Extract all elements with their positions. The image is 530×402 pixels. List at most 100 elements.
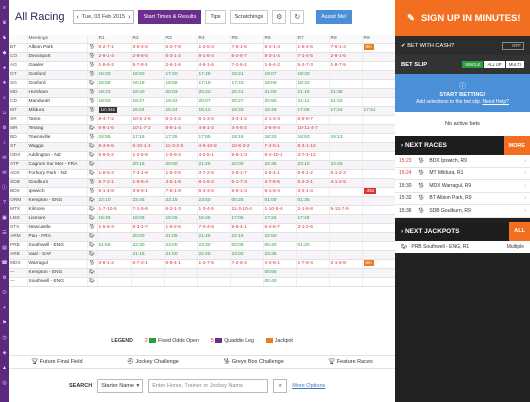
chart-icon[interactable]: ▤ bbox=[0, 240, 9, 255]
race-cell[interactable]: 01:20 bbox=[296, 241, 330, 251]
race-cell[interactable]: 19:23 bbox=[97, 88, 132, 98]
race-cell[interactable]: 19:13 bbox=[329, 133, 363, 143]
race-cell[interactable]: 3-5-6-1 bbox=[131, 187, 165, 197]
race-cell[interactable]: 5-10-1-4 bbox=[131, 142, 165, 152]
race-cell[interactable]: 1-6-3-5 bbox=[164, 169, 198, 179]
race-cell[interactable]: 7-3-4-8 bbox=[197, 223, 231, 233]
assist-me-button[interactable]: Assist Me! bbox=[316, 10, 352, 24]
meeting-name[interactable]: Pau - FRA bbox=[27, 232, 88, 242]
race-cell[interactable]: 5-1-4-8 bbox=[97, 187, 132, 197]
race-cell[interactable]: 16:50 bbox=[131, 70, 165, 80]
race-cell[interactable]: 2-8-1-5 bbox=[329, 52, 363, 62]
race-cell[interactable]: 1-8-5-4 bbox=[97, 169, 132, 179]
race-cell[interactable]: 16:06 bbox=[131, 214, 165, 224]
race-cell[interactable]: 19:27 bbox=[131, 97, 165, 107]
race-cell[interactable]: 1-7-8-4 bbox=[296, 259, 330, 269]
race-status-badge[interactable]: 6m bbox=[363, 260, 374, 266]
chat-icon[interactable]: ✉ bbox=[0, 150, 9, 165]
race-cell[interactable]: 8m bbox=[362, 43, 396, 53]
race-cell[interactable]: 17:06 bbox=[296, 106, 330, 116]
logout-icon[interactable]: ⏻ bbox=[0, 285, 9, 300]
race-cell[interactable]: 18:53 bbox=[296, 133, 330, 143]
next-race-item[interactable]: 15:30 🐕︎ MDX Warragul, R9 › bbox=[395, 180, 530, 193]
race-cell[interactable]: 6-1-7-3 bbox=[230, 178, 264, 188]
race-cell[interactable]: 21:55 bbox=[97, 241, 132, 251]
race-cell[interactable]: 8-3-1-10 bbox=[296, 142, 330, 152]
flag-icon[interactable]: ⚑ bbox=[0, 315, 9, 330]
next-race-item[interactable]: 15:36 🐕︎ SDB Goulburn, R9 › bbox=[395, 205, 530, 218]
race-cell[interactable]: 17:15 bbox=[131, 133, 165, 143]
race-cell[interactable]: 00:40 bbox=[263, 277, 297, 287]
bell-icon[interactable]: ♪ bbox=[0, 135, 9, 150]
race-cell[interactable]: 2-6-8-5 bbox=[131, 52, 165, 62]
meeting-name[interactable]: Vaal - SAF bbox=[27, 250, 88, 260]
race-cell[interactable]: 4-2-5-1 bbox=[197, 151, 231, 161]
race-cell[interactable]: 3-4-6-2 bbox=[230, 124, 264, 134]
race-cell[interactable]: 11-3-2-6 bbox=[164, 142, 198, 152]
race-cell[interactable]: 5-2-7-3 bbox=[296, 61, 330, 71]
race-cell[interactable]: 3-2-1-4 bbox=[296, 187, 330, 197]
race-cell[interactable]: 17:41 bbox=[362, 106, 396, 116]
race-cell[interactable]: 2-5-4-1 bbox=[263, 169, 297, 179]
race-cell[interactable]: 19:30 bbox=[296, 70, 330, 80]
race-cell[interactable]: 1-5-8-4 bbox=[164, 151, 198, 161]
race-cell[interactable]: 22:30 bbox=[131, 241, 165, 251]
race-cell[interactable]: 21:25 bbox=[197, 160, 231, 170]
race-cell[interactable]: 17:20 bbox=[164, 70, 198, 80]
race-cell[interactable]: 8-3-1-4 bbox=[263, 52, 297, 62]
race-cell[interactable]: 10-6-3-2 bbox=[230, 142, 264, 152]
chevron-right-icon[interactable]: › bbox=[128, 14, 130, 21]
race-cell[interactable]: 23:50 bbox=[197, 196, 231, 206]
race-cell[interactable]: 3-1-2-6 bbox=[296, 223, 330, 233]
race-cell[interactable]: 23:45 bbox=[329, 160, 363, 170]
search-input[interactable]: Enter Horse, Trainer or Jockey Name bbox=[148, 379, 269, 393]
race-cell[interactable]: 5-1-6-4 bbox=[263, 187, 297, 197]
race-cell[interactable]: 10-1-7-2 bbox=[131, 124, 165, 134]
clock-icon[interactable]: ◷ bbox=[0, 330, 9, 345]
race-cell[interactable]: 17:46 bbox=[296, 214, 330, 224]
race-cell[interactable]: 2-6-1-5 bbox=[164, 61, 198, 71]
race-cell[interactable]: 5-7-2-1 bbox=[97, 178, 132, 188]
more-options-link[interactable]: More Options bbox=[292, 383, 325, 389]
race-cell[interactable]: 2-6-9-4 bbox=[263, 124, 297, 134]
race-cell[interactable]: 1-10-5-4 bbox=[263, 205, 297, 215]
next-race-item[interactable]: 15:24 🐕︎ MT Mildura, R1 › bbox=[395, 167, 530, 180]
meeting-name[interactable]: Mandurah bbox=[27, 97, 88, 107]
list-icon[interactable]: ☰ bbox=[0, 225, 9, 240]
race-cell[interactable]: 00:55 bbox=[263, 268, 297, 278]
race-cell[interactable]: 4-1-2-5 bbox=[329, 178, 363, 188]
race-cell[interactable]: 21:38 bbox=[329, 88, 363, 98]
race-cell[interactable]: 6-4-5-7 bbox=[263, 223, 297, 233]
race-cell[interactable]: 5-6-8-7 bbox=[296, 115, 330, 125]
race-cell[interactable]: 18:09 bbox=[263, 79, 297, 89]
race-cell[interactable]: 8-1-6-2 bbox=[197, 178, 231, 188]
race-cell[interactable]: 1-2-5-3 bbox=[197, 43, 231, 53]
race-status-badge[interactable]: 8m bbox=[363, 44, 374, 50]
next-race-item[interactable]: 15:23 🐕︎ BDX Ipswich, R9 › bbox=[395, 155, 530, 168]
race-cell[interactable]: 20:07 bbox=[197, 97, 231, 107]
race-cell[interactable]: 7-2-6-1 bbox=[230, 61, 264, 71]
search-icon[interactable]: ⌕ bbox=[0, 90, 9, 105]
dog-icon[interactable]: ◆ bbox=[0, 45, 9, 60]
meeting-name[interactable]: Goulburn bbox=[27, 178, 88, 188]
race-cell[interactable]: 7-4-5-1 bbox=[263, 142, 297, 152]
race-cell[interactable]: 1-6-8-4 bbox=[131, 178, 165, 188]
race-cell[interactable]: 23:00 bbox=[164, 241, 198, 251]
race-cell[interactable]: 1-6-2-5 bbox=[164, 223, 198, 233]
race-cell[interactable]: 8-6-1-4 bbox=[164, 124, 198, 134]
race-cell[interactable]: 15:24 bbox=[164, 106, 198, 116]
race-cell[interactable]: 7-6-1-8 bbox=[164, 187, 198, 197]
race-cell[interactable]: 6-8-4-1 bbox=[164, 259, 198, 269]
globe-icon[interactable]: ◎ bbox=[0, 375, 9, 390]
race-cell[interactable]: 2-1-6-8 bbox=[296, 205, 330, 215]
jockey-challenge-link[interactable]: ⛑︎ Jockey Challenge bbox=[127, 359, 179, 365]
race-cell[interactable]: 5-8-5-2 bbox=[97, 151, 132, 161]
meeting-name[interactable]: Gosford bbox=[27, 70, 88, 80]
cash-toggle[interactable]: OFF bbox=[502, 41, 524, 50]
race-cell[interactable]: 17:43 bbox=[230, 79, 264, 89]
next-race-item[interactable]: 15:32 🐕︎ BT Albion Park, R9 › bbox=[395, 192, 530, 205]
race-cell[interactable]: 5-7-2-1 bbox=[131, 259, 165, 269]
race-cell[interactable]: 2-6-1-7 bbox=[230, 169, 264, 179]
cup-icon[interactable]: ♛ bbox=[0, 15, 9, 30]
lock-icon[interactable]: ▲ bbox=[0, 360, 9, 375]
